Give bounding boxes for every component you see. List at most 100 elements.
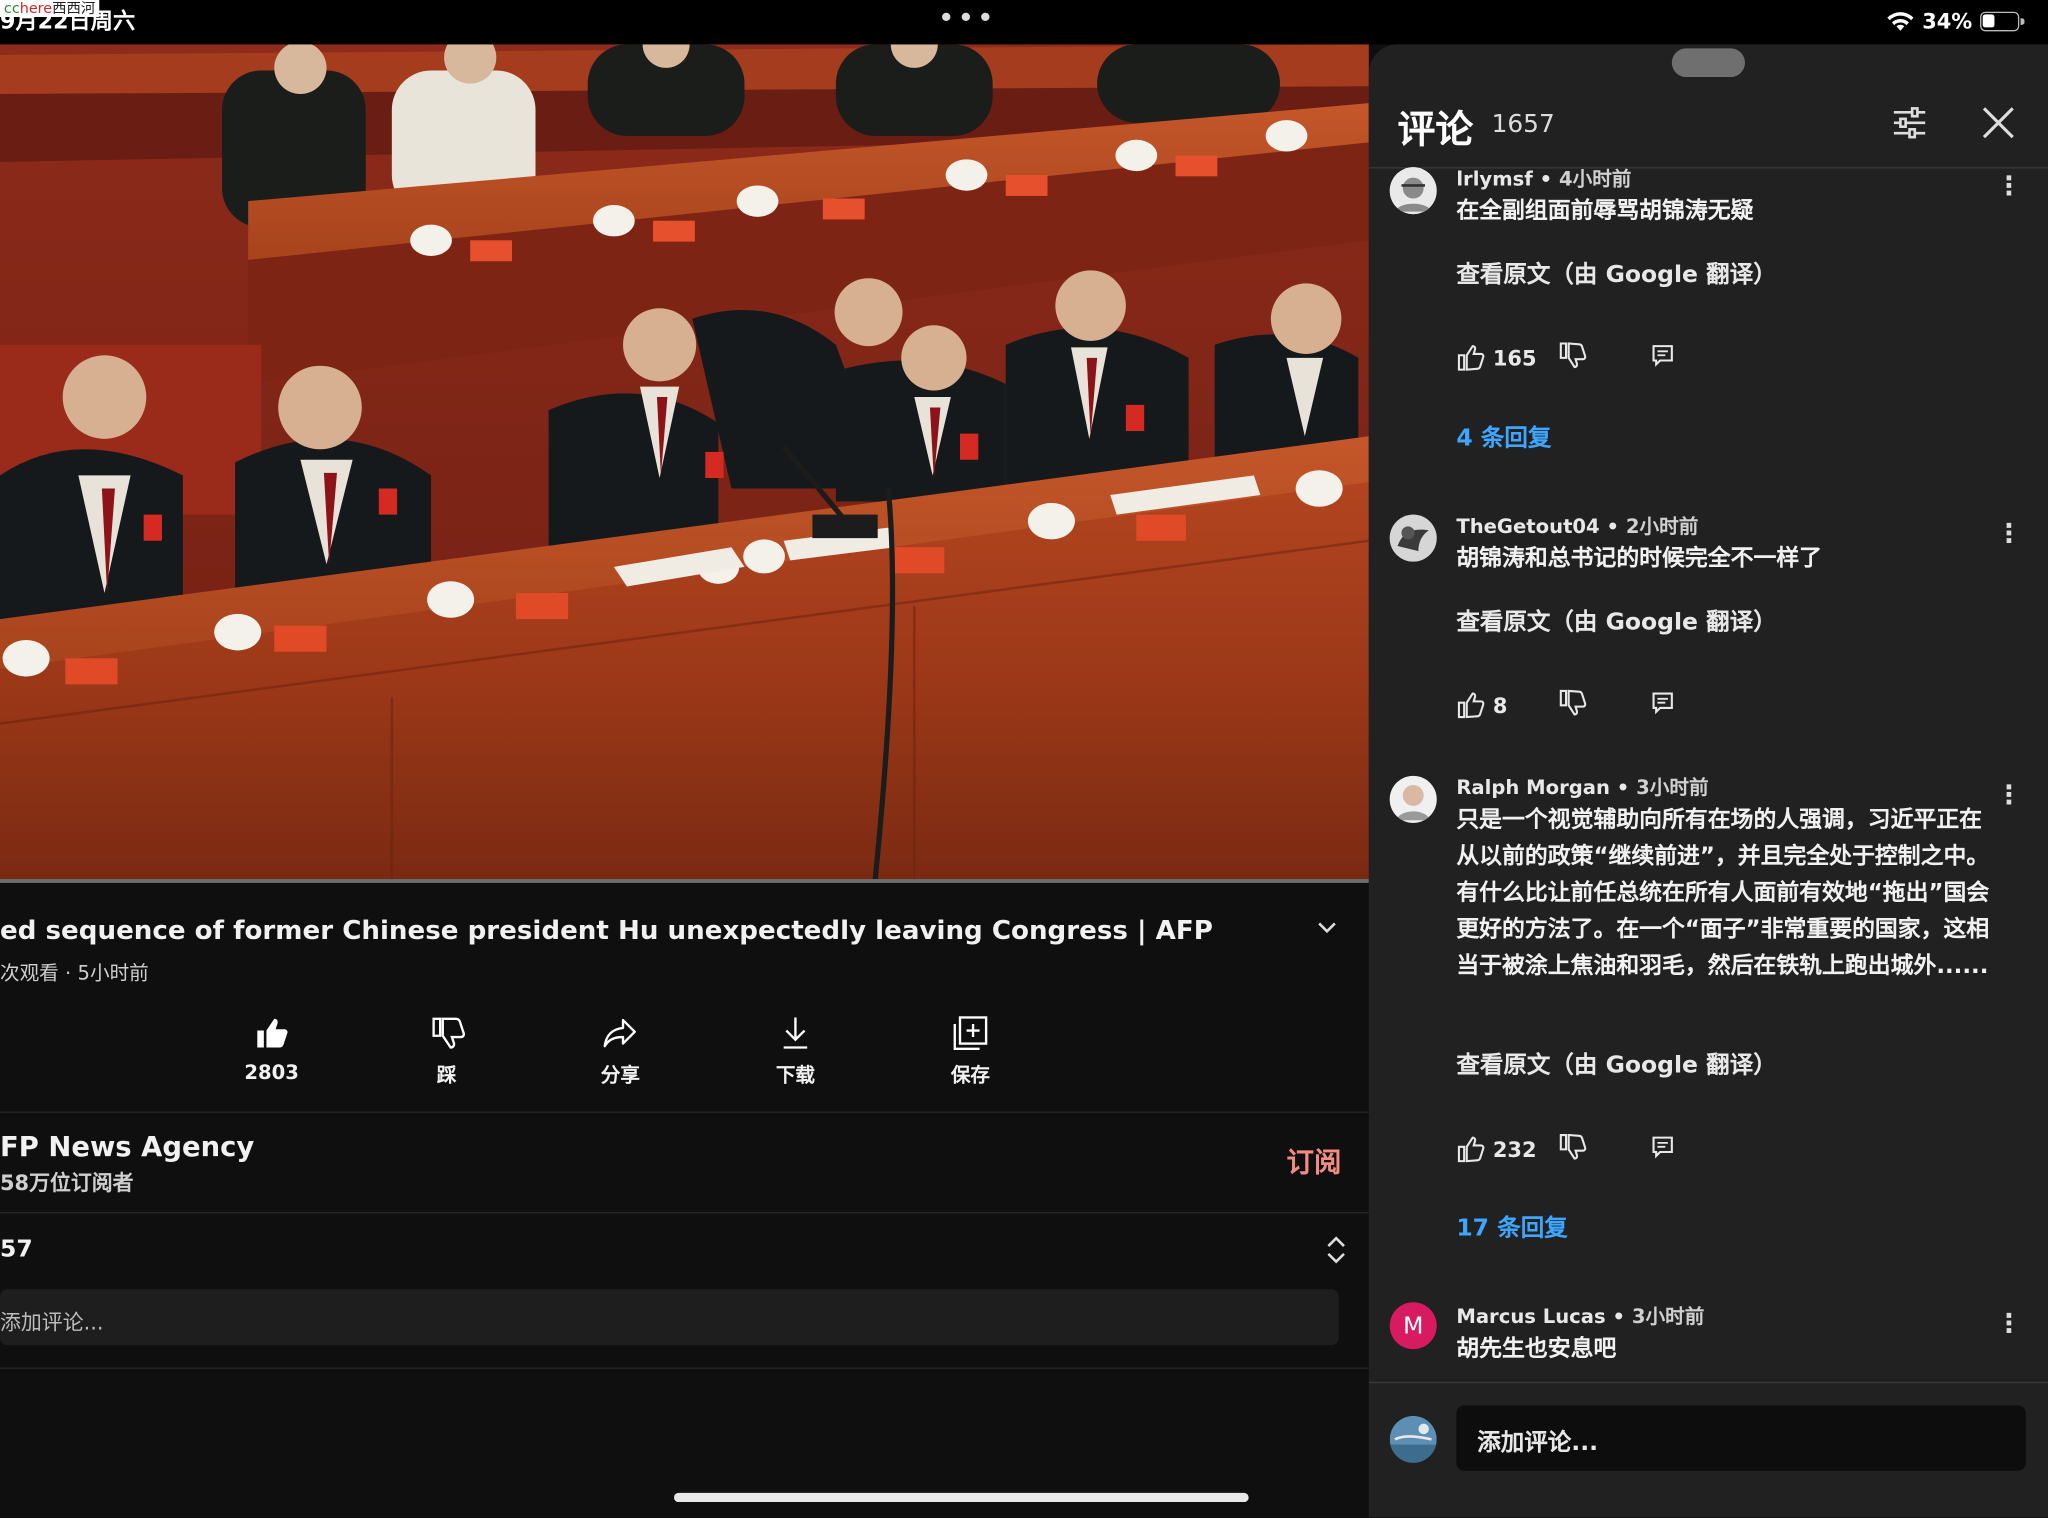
meta-separator: · [65,961,72,985]
watermark: cchere西西河 [0,0,100,17]
comment-text: 胡先生也安息吧 [1456,1336,1617,1363]
battery-percent: 34% [1922,9,1973,34]
download-icon [783,1017,808,1049]
comment-reply-button[interactable] [1650,1134,1676,1165]
comment-time: 3小时前 [1636,775,1709,800]
subscribe-button[interactable]: 订阅 [1287,1142,1342,1181]
comment-author[interactable]: lrlymsf [1456,167,1532,191]
avatar[interactable] [1389,514,1437,562]
add-comment-input[interactable]: 添加评论... [0,1289,1339,1346]
video-title[interactable]: ed sequence of former Chinese president … [0,914,1306,945]
thumbs-up-filled-icon [257,1018,288,1048]
dislike-label: 踩 [436,1063,457,1087]
save-to-playlist-icon [953,1016,988,1050]
comment-author[interactable]: Marcus Lucas [1456,1305,1605,1329]
video-age: 5小时前 [77,961,149,985]
avatar[interactable]: M [1389,1302,1437,1350]
share-button[interactable]: 分享 [562,1014,680,1088]
avatar[interactable] [1389,167,1437,215]
comment-time: 3小时前 [1631,1304,1705,1329]
save-label: 保存 [950,1063,991,1087]
dislike-button[interactable]: 踩 [388,1014,506,1088]
comment-like-button[interactable]: 165 [1456,344,1558,373]
view-original-link[interactable]: 查看原文（由 Google 翻译） [1456,603,1776,637]
comment-more-icon[interactable]: ⋮ [1996,1307,2022,1338]
comment-reply-button[interactable] [1650,342,1676,373]
save-button[interactable]: 保存 [912,1014,1030,1088]
thumbs-up-icon [1457,345,1485,371]
sort-filter-icon[interactable] [1889,102,1931,149]
view-count: 次观看 [0,961,59,985]
comment-reply-button[interactable] [1650,690,1676,721]
comment-author-line: lrlymsf • 4小时前 [1456,167,1632,191]
comment-item: TheGetout04 • 2小时前 ⋮ 胡锦涛和总书记的时候完全不一样了 查看… [1369,512,2048,747]
comment-author-line: Marcus Lucas • 3小时前 [1456,1304,1705,1329]
panel-add-comment-input[interactable]: 添加评论... [1456,1405,2026,1471]
comment-time: 4小时前 [1558,167,1632,191]
comments-toggle-chevron-icon[interactable] [1322,1233,1351,1273]
comment-text: 只是一个视觉辅助向所有在场的人强调，习近平正在从以前的政策“继续前进”，并且完全… [1456,807,1990,980]
expand-description-chevron-icon[interactable] [1314,914,1340,947]
comment-item: Ralph Morgan • 3小时前 ⋮ 只是一个视觉辅助向所有在场的人强调，… [1369,773,2048,1269]
divider [0,1111,1369,1113]
comment-author[interactable]: Ralph Morgan [1456,776,1610,800]
close-icon[interactable] [1977,102,2019,149]
view-replies-link[interactable]: 17 条回复 [1456,1209,1567,1243]
comment-more-icon[interactable]: ⋮ [1996,170,2022,201]
thumbs-down-icon [1559,1133,1587,1160]
comments-panel-count: 1657 [1491,109,1555,139]
divider [0,1367,1369,1369]
share-arrow-icon [603,1018,636,1048]
reply-icon [1652,1136,1673,1159]
comment-more-icon[interactable]: ⋮ [1996,778,2022,809]
comment-author[interactable]: TheGetout04 [1456,515,1599,539]
video-progress-bar[interactable] [0,879,1369,883]
status-right: 34% [1886,9,2025,34]
home-indicator[interactable] [673,1492,1249,1503]
video-progress-fill [0,879,1369,883]
divider [1368,1381,2048,1384]
comment-text: 在全副组面前辱骂胡锦涛无疑 [1456,198,1754,225]
comment-author-line: TheGetout04 • 2小时前 [1456,514,1699,539]
view-original-link[interactable]: 查看原文（由 Google 翻译） [1456,256,1776,290]
channel-name[interactable]: FP News Agency [0,1131,254,1162]
multitasking-dots[interactable]: ••• [938,3,997,36]
comment-dislike-button[interactable] [1558,1132,1649,1166]
comment-author-line: Ralph Morgan • 3小时前 [1456,775,1709,800]
view-original-link[interactable]: 查看原文（由 Google 翻译） [1456,1046,1776,1080]
app-window: 9月22日周六 cchere西西河 ••• 34% ed sequence of… [0,0,2048,1518]
thumbs-down-icon [1559,689,1587,716]
watermark-part-1: cc [3,0,20,17]
comment-like-button[interactable]: 232 [1456,1135,1558,1164]
comment-like-count: 232 [1492,1136,1537,1162]
divider [0,1212,1369,1214]
view-replies-link[interactable]: 4 条回复 [1456,419,1551,453]
comment-dislike-button[interactable] [1558,688,1649,722]
video-player[interactable] [0,44,1369,882]
comment-item: lrlymsf • 4小时前 ⋮ 在全副组面前辱骂胡锦涛无疑 查看原文（由 Go… [1369,165,2048,505]
download-label: 下载 [775,1063,816,1087]
current-user-avatar[interactable] [1389,1415,1437,1463]
share-label: 分享 [600,1063,640,1087]
comments-count[interactable]: 57 [0,1236,33,1263]
download-button[interactable]: 下载 [737,1014,855,1088]
thumbs-up-icon [1457,692,1485,719]
comment-time: 2小时前 [1625,514,1699,539]
like-count: 2803 [244,1060,299,1085]
battery-level [1982,14,1994,28]
watermark-part-2: here [19,0,53,17]
thumbs-down-icon [432,1017,466,1049]
drag-handle[interactable] [1671,48,1745,78]
comment-like-button[interactable]: 8 [1456,691,1558,720]
avatar[interactable] [1389,775,1437,823]
comment-actions: 8 [1456,688,1675,722]
status-bar: 9月22日周六 cchere西西河 ••• 34% [0,0,2048,45]
comment-more-icon[interactable]: ⋮ [1996,517,2022,548]
comment-text: 胡锦涛和总书记的时候完全不一样了 [1456,545,1823,573]
like-button[interactable]: 2803 [213,1014,331,1085]
comment-like-count: 165 [1492,345,1537,371]
reply-icon [1652,345,1673,367]
thumbs-up-icon [1457,1136,1485,1163]
comment-dislike-button[interactable] [1558,341,1649,375]
comment-actions: 165 [1456,341,1675,375]
